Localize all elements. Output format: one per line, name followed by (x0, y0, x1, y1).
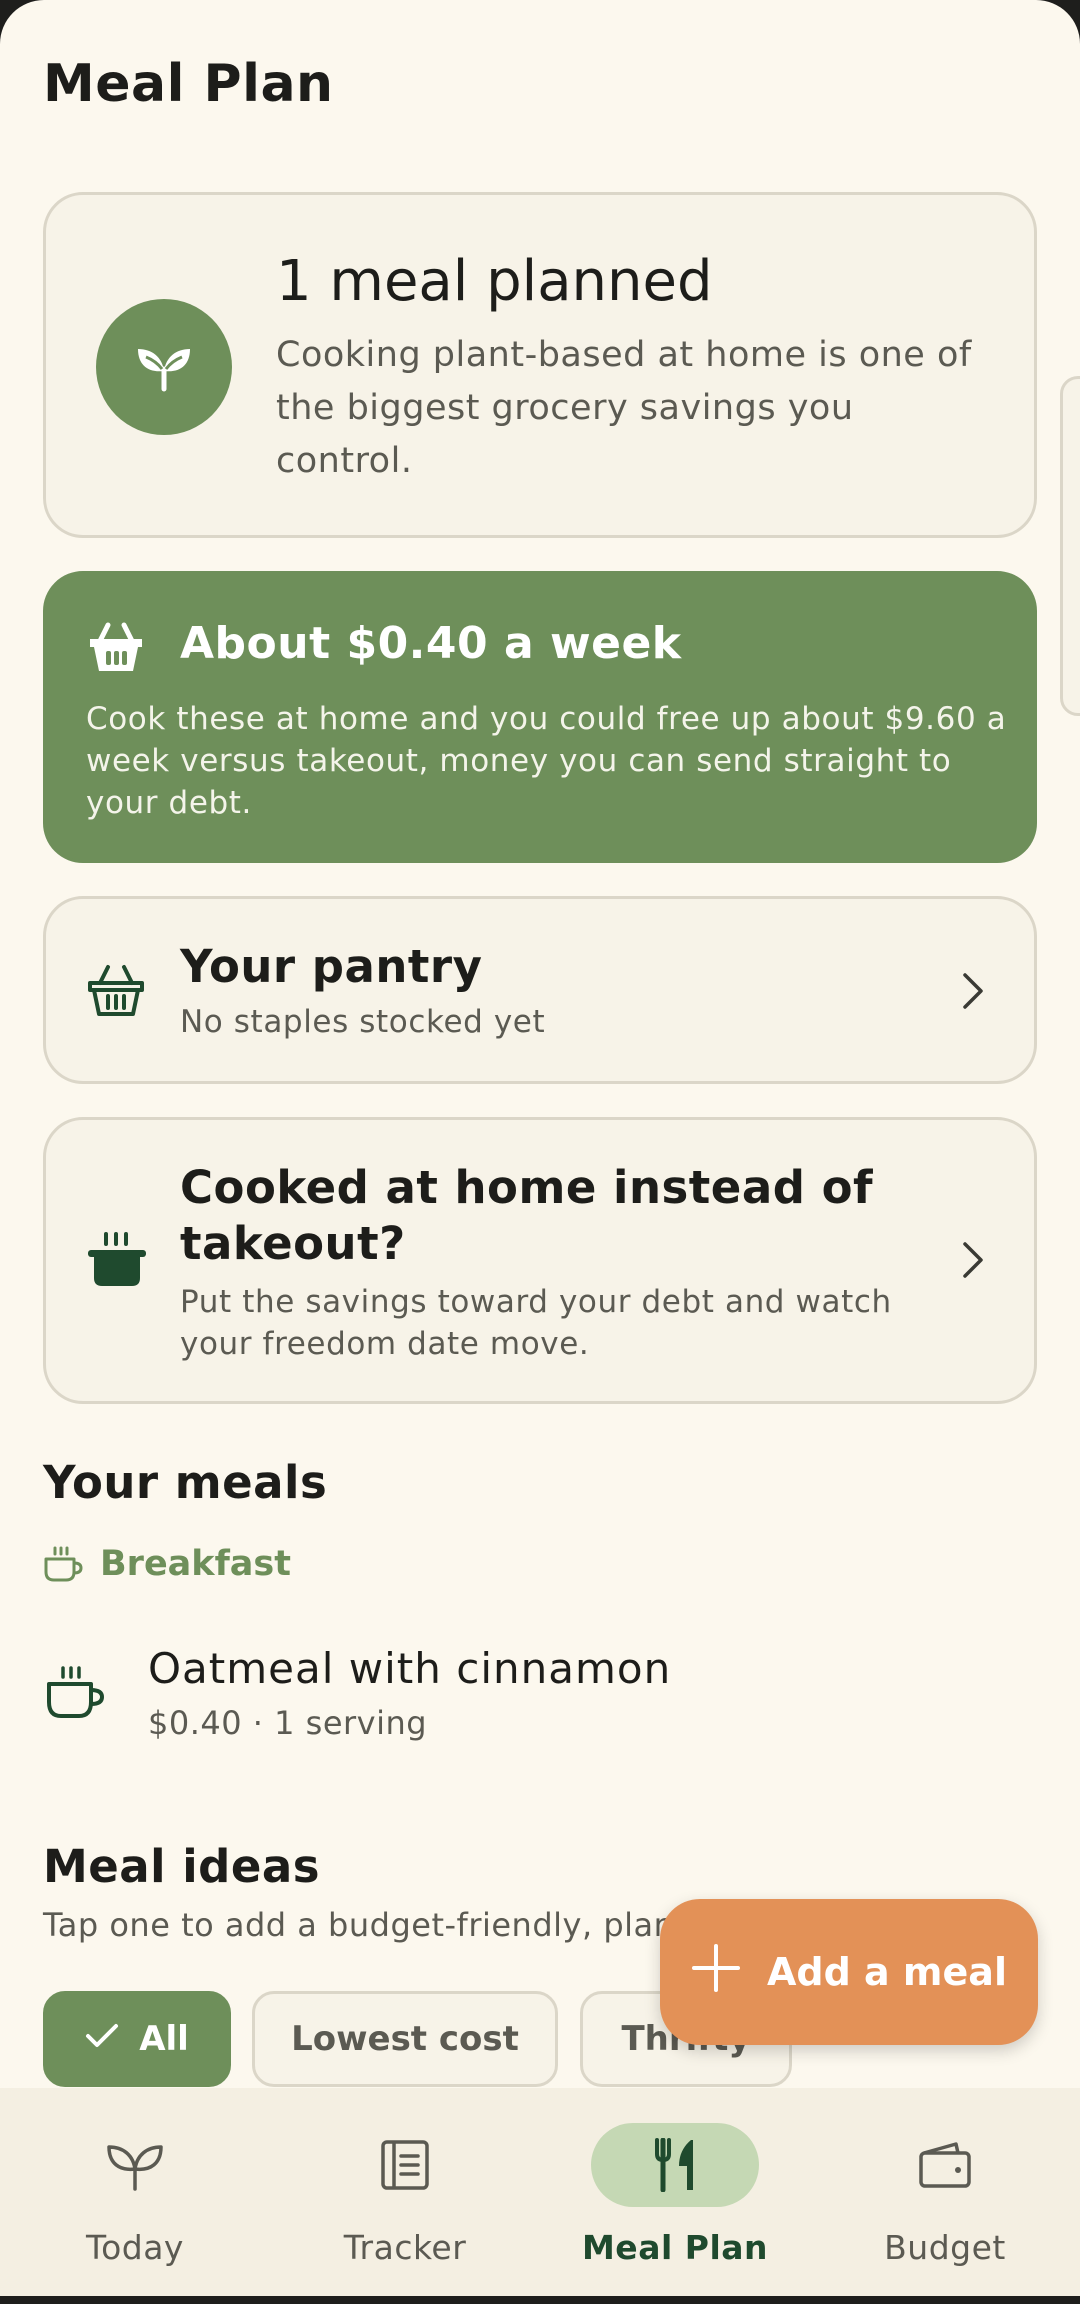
adjacent-card-edge (1060, 376, 1080, 716)
weekly-savings-card: About $0.40 a week Cook these at home an… (43, 571, 1037, 863)
meal-ideas-subtitle: Tap one to add a budget-friendly, plant (43, 1906, 688, 1944)
wallet-icon (861, 2123, 1029, 2207)
plus-icon (691, 1943, 741, 2002)
fork-knife-icon (591, 2123, 759, 2207)
nav-item-meal-plan[interactable]: Meal Plan (540, 2088, 810, 2296)
pantry-title: Your pantry (180, 940, 483, 993)
meal-name: Oatmeal with cinnamon (148, 1644, 672, 1693)
nav-label: Meal Plan (581, 2228, 769, 2267)
pantry-subtitle: No staples stocked yet (180, 1004, 546, 1040)
basket-icon (86, 963, 146, 1023)
filter-chip-all[interactable]: All (43, 1991, 231, 2087)
sprout-icon (96, 299, 232, 435)
cooked-title: Cooked at home instead of takeout? (180, 1161, 874, 1270)
bottom-navigation: Today Tracker Meal Plan Budget (0, 2088, 1080, 2296)
add-meal-label: Add a meal (767, 1950, 1007, 1994)
cooked-at-home-card[interactable]: Cooked at home instead of takeout? Put t… (43, 1117, 1037, 1404)
chevron-right-icon (960, 971, 986, 1015)
coffee-cup-icon (45, 1666, 105, 1726)
meals-planned-card: 1 meal planned Cooking plant-based at ho… (43, 192, 1037, 538)
basket-icon (86, 617, 146, 681)
nav-item-today[interactable]: Today (0, 2088, 270, 2296)
nav-item-budget[interactable]: Budget (810, 2088, 1080, 2296)
pot-icon (86, 1232, 148, 1292)
filter-chip-lowest-cost[interactable]: Lowest cost (252, 1991, 558, 2087)
page-title: Meal Plan (43, 54, 334, 114)
nav-label: Budget (884, 2228, 1006, 2267)
chevron-right-icon (960, 1240, 986, 1284)
sprout-icon (51, 2123, 219, 2207)
add-meal-button[interactable]: Add a meal (660, 1899, 1038, 2045)
savings-body: Cook these at home and you could free up… (86, 701, 1007, 821)
filter-chip-label: Lowest cost (291, 2019, 519, 2059)
meal-cost-servings: $0.40 · 1 serving (148, 1704, 428, 1742)
meals-planned-description: Cooking plant-based at home is one of th… (276, 335, 972, 481)
meal-ideas-heading: Meal ideas (43, 1840, 321, 1893)
your-meals-heading: Your meals (43, 1456, 328, 1509)
coffee-cup-icon (43, 1546, 83, 1588)
checkmark-icon (85, 2019, 119, 2059)
nav-item-tracker[interactable]: Tracker (270, 2088, 540, 2296)
nav-label: Today (86, 2228, 184, 2267)
cooked-subtitle: Put the savings toward your debt and wat… (180, 1284, 892, 1362)
nav-label: Tracker (343, 2228, 467, 2267)
savings-headline: About $0.40 a week (180, 618, 682, 669)
filter-chip-label: All (139, 2019, 189, 2059)
pantry-card[interactable]: Your pantry No staples stocked yet (43, 896, 1037, 1084)
breakfast-group-label: Breakfast (100, 1544, 291, 1584)
meals-planned-count: 1 meal planned (276, 249, 713, 314)
app-screen: Meal Plan 1 meal planned Cooking plant-b… (0, 0, 1080, 2296)
list-icon (321, 2123, 489, 2207)
